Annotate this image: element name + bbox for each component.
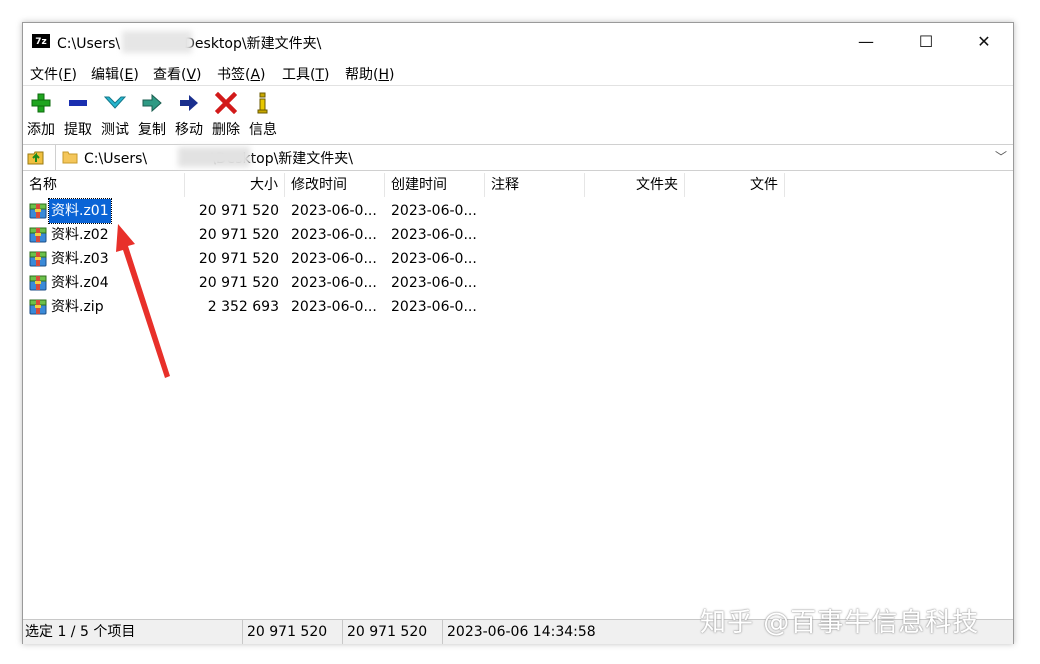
title-bar[interactable]: 7z C:\Users\ Desktop\新建文件夹\ — ☐ ✕ [23,23,1013,61]
file-size: 20 971 520 [198,275,279,291]
file-name: 资料.z01 [48,198,112,224]
file-modified: 2023-06-0... [291,203,377,219]
delete-x-icon [215,92,237,114]
file-created: 2023-06-0... [391,203,477,219]
file-created: 2023-06-0... [391,251,477,267]
file-size: 20 971 520 [198,251,279,267]
archive-file-icon [29,227,47,243]
file-created: 2023-06-0... [391,275,477,291]
archive-file-icon [29,275,47,291]
info-label: 信息 [249,122,277,138]
move-label: 移动 [175,122,203,138]
file-created: 2023-06-0... [391,299,477,315]
test-label: 测试 [101,122,129,138]
toolbar: 添加 提取 测试 复制 移动 删除 信息 [23,85,1013,145]
file-size: 2 352 693 [207,299,279,315]
close-button[interactable]: ✕ [955,23,1013,61]
address-bar: C:\Users\ \Desktop\新建文件夹\ ﹀ [23,144,1013,171]
file-row[interactable]: 资料.z04 20 971 520 2023-06-0... 2023-06-0... [23,271,623,295]
file-name: 资料.z04 [51,275,109,291]
file-size: 20 971 520 [198,203,279,219]
copy-label: 复制 [138,122,166,138]
file-row[interactable]: 资料.z02 20 971 520 2023-06-0... 2023-06-0... [23,223,623,247]
archive-file-icon [29,203,47,219]
move-arrow-icon [180,95,198,111]
file-row[interactable]: 资料.zip 2 352 693 2023-06-0... 2023-06-0... [23,295,623,319]
file-row[interactable]: 资料.z01 20 971 520 2023-06-0... 2023-06-0... [23,198,623,224]
status-size: 20 971 520 [243,620,343,644]
column-comment[interactable]: 注释 [485,173,585,197]
file-row[interactable]: 资料.z03 20 971 520 2023-06-0... 2023-06-0... [23,247,623,271]
archive-file-icon [29,251,47,267]
move-button[interactable]: 移动 [170,90,208,139]
7zip-app-icon: 7z [32,34,50,48]
archive-file-icon [29,299,47,315]
redacted-username-mask [122,31,192,53]
chevron-down-icon[interactable]: ﹀ [995,148,1007,165]
file-modified: 2023-06-0... [291,299,377,315]
copy-button[interactable]: 复制 [133,90,171,139]
extract-label: 提取 [64,122,92,138]
menu-file[interactable]: 文件(F) [30,64,77,84]
add-label: 添加 [27,122,55,138]
status-packed-size: 20 971 520 [343,620,443,644]
plus-icon [31,93,51,113]
add-button[interactable]: 添加 [22,90,60,139]
file-size: 20 971 520 [198,227,279,243]
app-window: 7z C:\Users\ Desktop\新建文件夹\ — ☐ ✕ 文件(F) 编… [22,22,1014,644]
file-name: 资料.z02 [51,227,109,243]
extract-button[interactable]: 提取 [59,90,97,139]
file-modified: 2023-06-0... [291,251,377,267]
minus-icon [69,100,87,106]
delete-label: 删除 [212,122,240,138]
column-size[interactable]: 大小 [185,173,285,197]
column-folders[interactable]: 文件夹 [585,173,685,197]
menu-edit[interactable]: 编辑(E) [91,64,139,84]
info-icon [257,92,268,114]
menu-bar: 文件(F) 编辑(E) 查看(V) 书签(A) 工具(T) 帮助(H) [23,61,1013,85]
file-list: 名称 大小 修改时间 创建时间 注释 文件夹 文件 资料.z01 20 971 5… [23,171,1013,617]
test-button[interactable]: 测试 [96,90,134,139]
menu-tools[interactable]: 工具(T) [282,64,330,84]
info-button[interactable]: 信息 [244,90,282,139]
watermark-text: 知乎 @百事牛信息科技 [700,608,980,638]
redacted-path-mask [178,147,250,167]
file-modified: 2023-06-0... [291,275,377,291]
column-name[interactable]: 名称 [23,173,185,197]
menu-view[interactable]: 查看(V) [153,64,202,84]
check-chevron-icon [104,96,126,109]
column-created[interactable]: 创建时间 [385,173,485,197]
address-field[interactable]: C:\Users\ \Desktop\新建文件夹\ ﹀ [55,144,1013,170]
file-created: 2023-06-0... [391,227,477,243]
copy-arrow-icon [142,93,162,113]
folder-icon [62,151,78,164]
column-files[interactable]: 文件 [685,173,785,197]
status-selection: 选定 1 / 5 个项目 [23,620,243,644]
file-modified: 2023-06-0... [291,227,377,243]
file-name: 资料.z03 [51,251,109,267]
folder-up-icon[interactable] [27,148,45,166]
menu-bookmarks[interactable]: 书签(A) [217,64,266,84]
menu-help[interactable]: 帮助(H) [345,64,394,84]
file-name: 资料.zip [51,299,104,315]
status-datetime: 2023-06-06 14:34:58 [447,624,596,640]
delete-button[interactable]: 删除 [207,90,245,139]
minimize-button[interactable]: — [837,23,895,61]
maximize-button[interactable]: ☐ [897,23,955,61]
column-modified[interactable]: 修改时间 [285,173,385,197]
